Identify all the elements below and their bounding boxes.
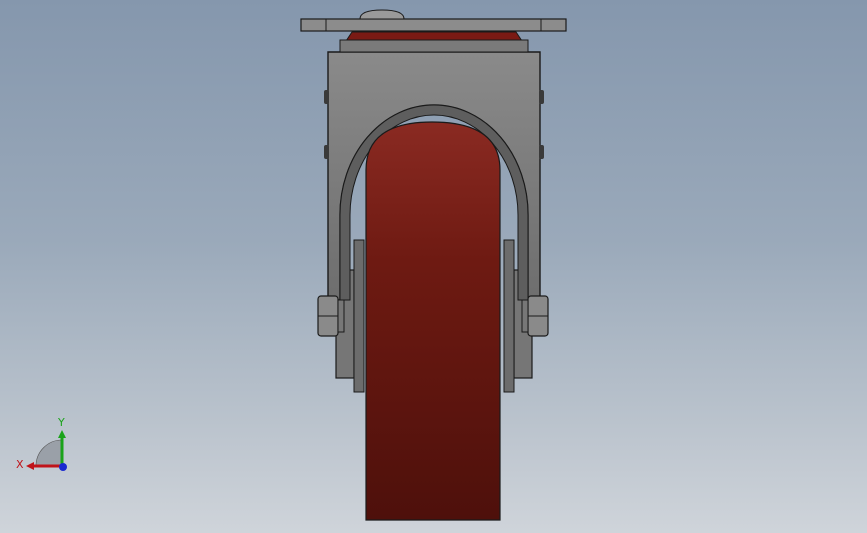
mounting-plate	[300, 18, 567, 32]
axle-nut-left	[317, 295, 345, 337]
graphics-viewport[interactable]: X Y	[0, 0, 867, 533]
wheel	[365, 121, 501, 521]
y-axis-label: Y	[57, 416, 65, 429]
caster-model[interactable]	[0, 0, 867, 533]
axis-triad: X Y	[16, 416, 67, 471]
axle-nut-right	[521, 295, 549, 337]
triad-quarter-disc	[35, 439, 63, 467]
x-axis-label: X	[16, 458, 24, 471]
z-axis-dot	[59, 463, 67, 471]
y-axis-arrow-icon	[58, 430, 66, 438]
kingpin-dome	[359, 9, 405, 20]
x-axis-arrow-icon	[26, 462, 34, 470]
